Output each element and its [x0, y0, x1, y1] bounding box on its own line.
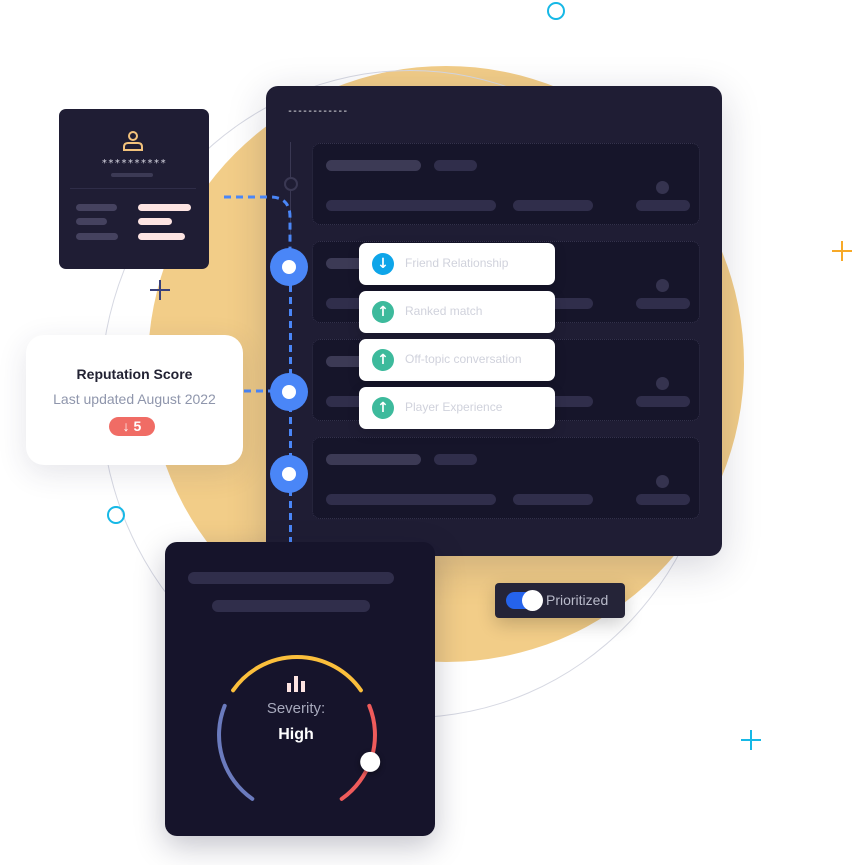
placeholder-bar	[138, 233, 185, 240]
bar-chart-icon	[287, 676, 305, 692]
decorative-circle-icon	[107, 506, 125, 524]
toggle-label: Prioritized	[546, 592, 609, 608]
gauge-arc-low	[217, 703, 255, 801]
severity-card: Severity: High	[165, 542, 435, 836]
panel-title: ------------	[287, 106, 348, 117]
prioritized-toggle-chip[interactable]: Prioritized	[495, 583, 625, 618]
factor-chip[interactable]: ↓ Friend Relationship	[359, 243, 555, 285]
reputation-change-badge: ↓ 5	[109, 417, 155, 436]
decorative-plus-icon	[150, 280, 170, 300]
masked-name: **********	[101, 158, 167, 169]
decorative-plus-icon	[741, 730, 761, 750]
placeholder-bar	[138, 218, 172, 225]
reputation-card: Reputation Score Last updated August 202…	[26, 335, 243, 465]
arrow-down-icon: ↓	[372, 253, 394, 275]
timeline-node[interactable]	[270, 373, 308, 411]
decorative-plus-icon	[832, 241, 852, 261]
timeline-node-empty	[284, 177, 298, 191]
factor-chip[interactable]: ↑ Player Experience	[359, 387, 555, 429]
placeholder-bar	[76, 204, 117, 211]
placeholder-bar	[138, 204, 191, 211]
gauge-knob	[360, 751, 381, 772]
reputation-title: Reputation Score	[76, 366, 193, 382]
factor-label: Friend Relationship	[405, 256, 509, 270]
placeholder-bar	[76, 218, 107, 225]
decorative-circle-icon	[547, 2, 565, 20]
arrow-up-icon: ↑	[372, 349, 394, 371]
timeline-node[interactable]	[270, 455, 308, 493]
arrow-down-icon: ↓	[122, 418, 130, 434]
factor-chip[interactable]: ↑ Ranked match	[359, 291, 555, 333]
user-icon	[123, 131, 143, 151]
severity-label: Severity:	[266, 700, 326, 717]
factor-chip[interactable]: ↑ Off-topic conversation	[359, 339, 555, 381]
list-item[interactable]	[312, 437, 700, 519]
list-item[interactable]	[312, 143, 700, 225]
reputation-change-value: 5	[133, 418, 142, 434]
reputation-updated: Last updated August 2022	[53, 391, 216, 407]
factor-label: Player Experience	[405, 400, 503, 414]
placeholder-bar	[111, 173, 153, 177]
divider	[70, 188, 196, 189]
timeline-connector	[224, 195, 292, 250]
severity-value: High	[278, 726, 314, 743]
factor-label: Ranked match	[405, 304, 483, 318]
factor-label: Off-topic conversation	[405, 352, 522, 366]
timeline-node[interactable]	[270, 248, 308, 286]
profile-card[interactable]: **********	[59, 109, 209, 269]
toggle-knob[interactable]	[522, 590, 543, 611]
arrow-up-icon: ↑	[372, 301, 394, 323]
arrow-up-icon: ↑	[372, 397, 394, 419]
placeholder-bar	[76, 233, 118, 240]
